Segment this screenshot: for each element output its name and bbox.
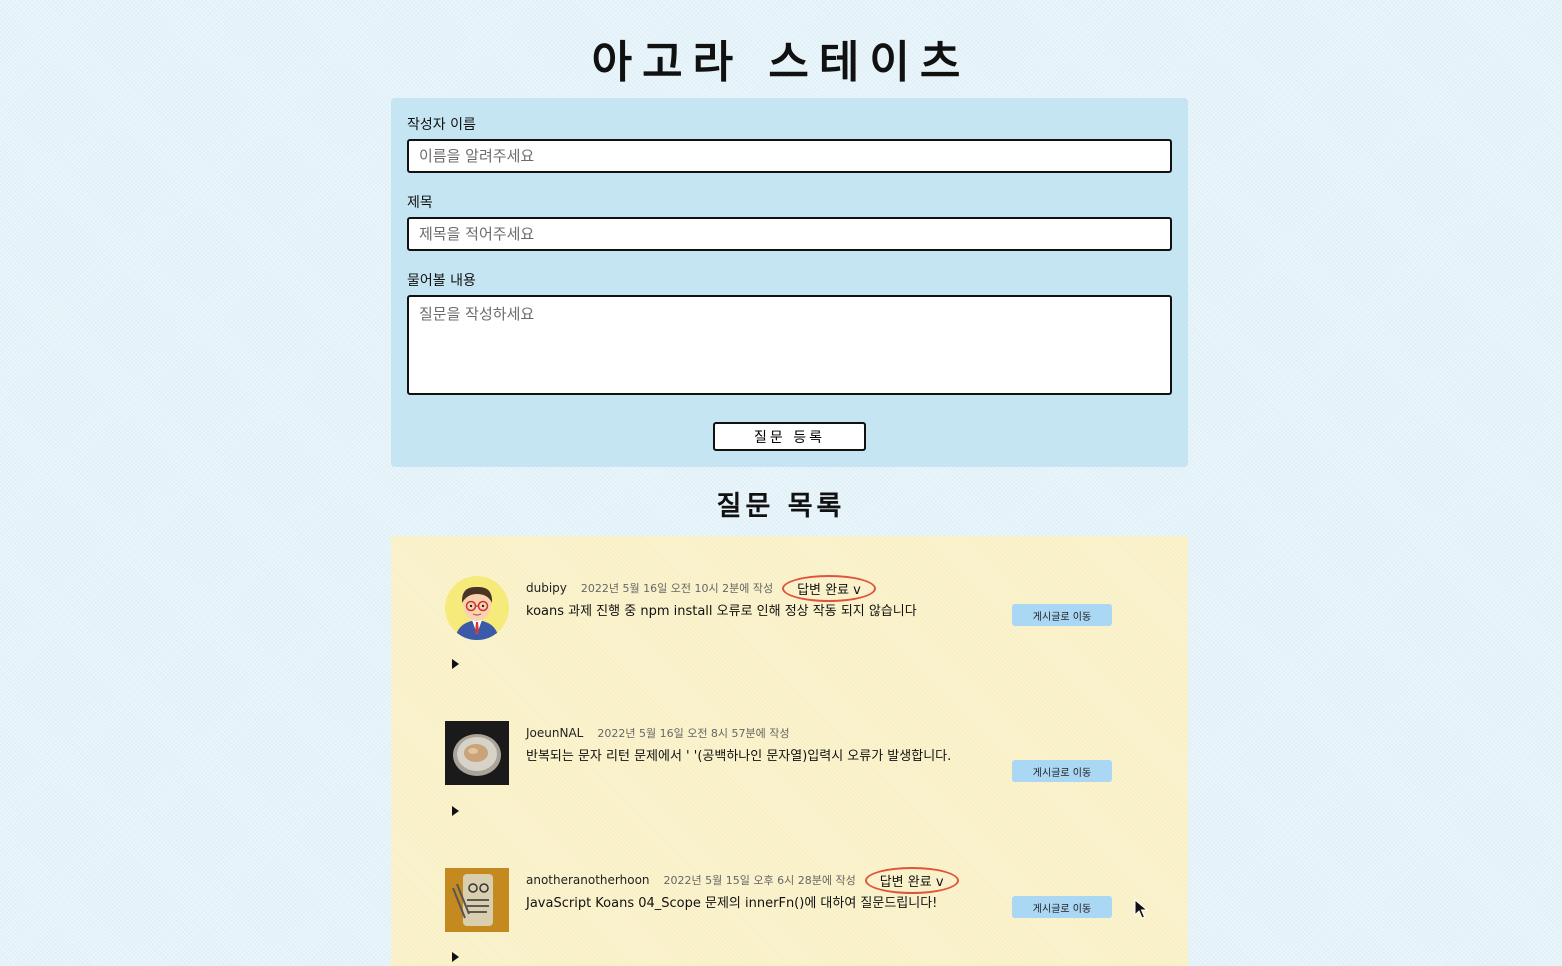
answer-status-badge[interactable]: 답변 완료 v [864,866,959,894]
question-meta: anotheranotherhoon 2022년 5월 15일 오후 6시 28… [526,866,959,894]
created-at: 2022년 5월 15일 오후 6시 28분에 작성 [663,874,856,887]
question-title[interactable]: koans 과제 진행 중 npm install 오류로 인해 정상 작동 되… [526,600,1006,623]
title-input[interactable] [407,217,1172,251]
body-textarea[interactable] [407,295,1172,395]
created-at: 2022년 5월 16일 오전 10시 2분에 작성 [580,582,774,595]
sketch-drawing-avatar [445,868,509,932]
question-title[interactable]: JavaScript Koans 04_Scope 문제의 innerFn()에… [526,892,1006,915]
goto-post-button[interactable]: 게시글로 이동 [1012,896,1112,918]
title-label: 제목 [407,195,433,211]
bowl-photo-avatar [445,721,509,785]
mouse-pointer-icon [1134,899,1148,919]
question-list: dubipy 2022년 5월 16일 오전 10시 2분에 작성 답변 완료 … [391,536,1188,966]
question-list-title: 질문 목록 [716,491,846,522]
disclosure-triangle-icon[interactable] [452,806,459,816]
author-name: JoeunNAL [526,726,584,740]
list-item: dubipy 2022년 5월 16일 오전 10시 2분에 작성 답변 완료 … [445,574,1145,716]
goto-post-button[interactable]: 게시글로 이동 [1012,604,1112,626]
author-name: dubipy [526,581,567,595]
question-meta: dubipy 2022년 5월 16일 오전 10시 2분에 작성 답변 완료 … [526,574,876,602]
submit-question-button[interactable]: 질문 등록 [713,422,866,451]
disclosure-triangle-icon[interactable] [452,952,459,962]
question-title[interactable]: 반복되는 문자 리턴 문제에서 ' '(공백하나인 문자열)입력시 오류가 발생… [526,745,1006,768]
disclosure-triangle-icon[interactable] [452,659,459,669]
body-label: 물어볼 내용 [407,273,476,289]
cartoon-man-avatar [445,576,509,640]
created-at: 2022년 5월 16일 오전 8시 57분에 작성 [597,727,790,740]
author-name: anotheranotherhoon [526,873,650,887]
question-form: 작성자 이름 제목 물어볼 내용 질문 등록 [391,98,1188,467]
page-title: 아고라 스테이츠 [591,37,971,88]
list-item: anotheranotherhoon 2022년 5월 15일 오후 6시 28… [445,866,1145,966]
author-input[interactable] [407,139,1172,173]
list-item: JoeunNAL 2022년 5월 16일 오전 8시 57분에 작성 반복되는… [445,721,1145,861]
author-label: 작성자 이름 [407,117,476,133]
goto-post-button[interactable]: 게시글로 이동 [1012,760,1112,782]
question-meta: JoeunNAL 2022년 5월 16일 오전 8시 57분에 작성 [526,721,790,745]
answer-status-badge[interactable]: 답변 완료 v [782,574,876,602]
